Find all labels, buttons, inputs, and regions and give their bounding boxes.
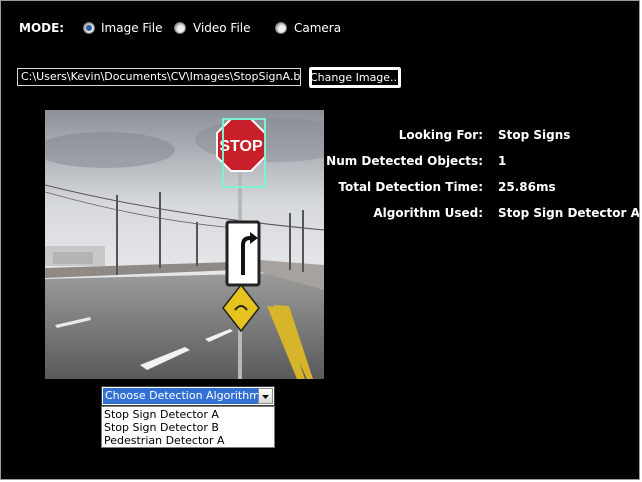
detection-image: STOP: [35, 110, 355, 379]
radio-image-file-label: Image File: [101, 21, 163, 35]
radio-button-icon[interactable]: [275, 22, 287, 34]
radio-video-file[interactable]: Video File: [174, 21, 254, 35]
detection-algorithm-selected[interactable]: Choose Detection Algorithm: [103, 388, 262, 404]
stop-sign-text: STOP: [219, 138, 263, 155]
detection-time-label: Total Detection Time:: [338, 180, 483, 194]
mode-label: MODE:: [19, 21, 65, 35]
radio-button-icon[interactable]: [83, 22, 95, 34]
algorithm-used-value: Stop Sign Detector A: [498, 206, 640, 220]
detection-algorithm-list: Stop Sign Detector A Stop Sign Detector …: [101, 406, 275, 448]
num-detected-value: 1: [498, 154, 507, 168]
app-window: MODE: Image File Video File Camera C:\Us…: [0, 0, 640, 480]
list-item[interactable]: Pedestrian Detector A: [102, 434, 274, 447]
radio-button-icon[interactable]: [174, 22, 186, 34]
detection-time-value: 25.86ms: [498, 180, 556, 194]
radio-image-file[interactable]: Image File: [83, 21, 163, 35]
list-item[interactable]: Stop Sign Detector B: [102, 421, 274, 434]
radio-video-file-label: Video File: [193, 21, 251, 35]
list-item[interactable]: Stop Sign Detector A: [102, 408, 274, 421]
file-path-field[interactable]: C:\Users\Kevin\Documents\CV\Images\StopS…: [17, 68, 301, 86]
looking-for-label: Looking For:: [398, 128, 483, 142]
num-detected-label: Num Detected Objects:: [326, 154, 483, 168]
radio-camera[interactable]: Camera: [275, 21, 345, 35]
algorithm-used-label: Algorithm Used:: [373, 206, 483, 220]
change-image-button[interactable]: Change Image...: [308, 66, 402, 89]
detection-algorithm-select[interactable]: Choose Detection Algorithm: [101, 386, 275, 406]
chevron-down-icon: [262, 395, 269, 399]
looking-for-value: Stop Signs: [498, 128, 571, 142]
radio-camera-label: Camera: [294, 21, 342, 35]
dropdown-button[interactable]: [258, 388, 273, 404]
